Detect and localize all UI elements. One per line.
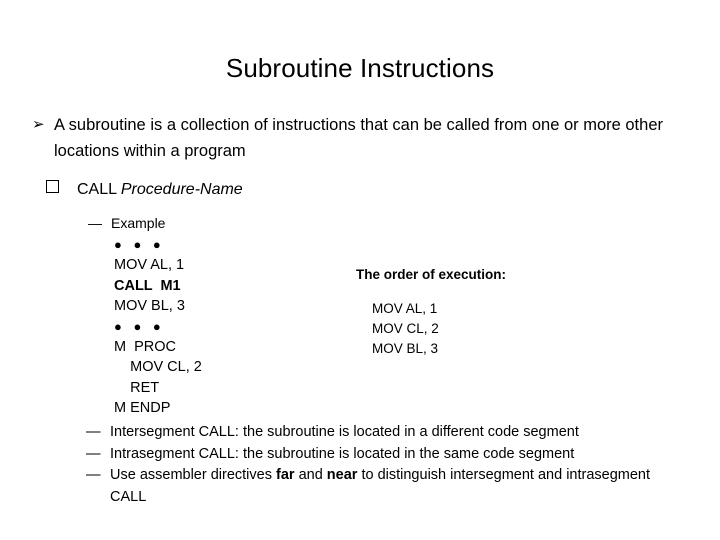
code-line: MOV AL, 1 [114, 257, 185, 274]
note-text: Intrasegment CALL: the subroutine is loc… [110, 445, 575, 462]
arrow-bullet-icon: ➢ [32, 116, 45, 133]
call-keyword: CALL [77, 181, 121, 198]
execution-order-item: MOV BL, 3 [372, 341, 439, 356]
execution-order-list: MOV AL, 1 MOV CL, 2 MOV BL, 3 [372, 299, 506, 359]
dash-bullet-icon: — [86, 445, 101, 462]
note-text: Use assembler directives far and near to… [110, 467, 651, 505]
code-line: ● ● ● [114, 318, 165, 334]
dash-bullet-icon: — [86, 467, 101, 483]
code-line: RET [114, 379, 160, 396]
bullet-level1: ➢ A subroutine is a collection of instru… [32, 112, 680, 164]
code-line: CALL M1 [114, 277, 181, 294]
execution-order-item: MOV CL, 2 [372, 321, 439, 336]
code-listing: ● ● ● MOV AL, 1 CALL M1 MOV BL, 3 ● ● ● M PRO… [114, 235, 202, 419]
note-row: — Use assembler directives far and near t… [86, 465, 686, 508]
call-operand: Procedure-Name [120, 181, 243, 198]
note-keyword: near [326, 467, 358, 483]
execution-order-panel: The order of execution: MOV AL, 1 MOV CL,… [356, 265, 506, 359]
note-row: — Intrasegment CALL: the subroutine is lo… [86, 444, 686, 466]
note-row: — Intersegment CALL: the subroutine is lo… [86, 422, 686, 444]
dash-bullet-icon: — [88, 215, 102, 231]
code-line: MOV BL, 3 [114, 298, 185, 315]
slide-canvas: Subroutine Instructions ➢ A subroutine i… [0, 0, 720, 540]
note-text: Intersegment CALL: the subroutine is loc… [110, 424, 579, 440]
bullet-level2: CALL Procedure-Name [46, 178, 243, 202]
square-bullet-icon [46, 180, 59, 193]
code-line: M ENDP [114, 400, 171, 417]
code-line: ● ● ● [114, 237, 165, 252]
code-line: M PROC [114, 339, 177, 356]
notes-list: — Intersegment CALL: the subroutine is lo… [86, 422, 686, 508]
code-line: MOV CL, 2 [114, 359, 202, 376]
example-label: Example [111, 215, 166, 231]
bullet-level3-example: — Example [88, 213, 165, 233]
note-keyword: far [276, 467, 295, 483]
execution-order-heading: The order of execution: [356, 267, 507, 282]
execution-order-item: MOV AL, 1 [372, 301, 438, 316]
page-title: Subroutine Instructions [225, 53, 495, 83]
bullet-level1-text: A subroutine is a collection of instruct… [54, 116, 663, 160]
dash-bullet-icon: — [86, 424, 101, 440]
